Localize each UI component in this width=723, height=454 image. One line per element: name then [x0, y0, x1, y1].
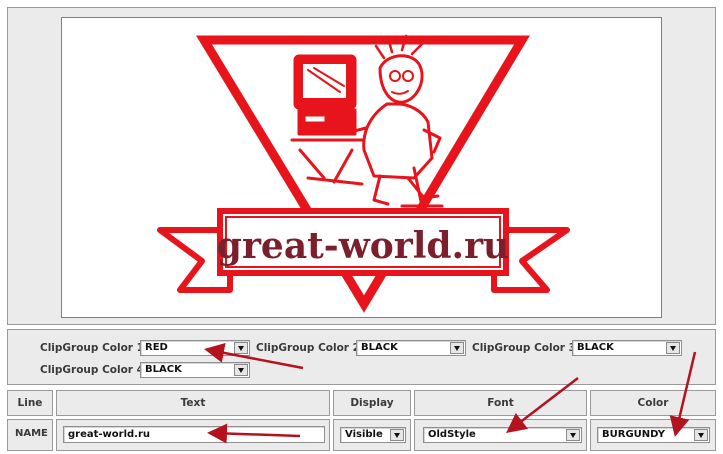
- chevron-down-icon: [666, 342, 680, 354]
- chevron-down-icon: [234, 364, 248, 376]
- banner-text: great-world.ru: [217, 225, 509, 267]
- computer-user-illustration: [290, 34, 444, 208]
- display-cell: Visible: [333, 419, 411, 451]
- chevron-down-icon: [694, 429, 708, 441]
- chevron-down-icon: [450, 342, 464, 354]
- table-row: NAME: [7, 419, 53, 451]
- row-line-name: NAME: [15, 428, 48, 439]
- clipgroup-2-value: BLACK: [361, 342, 398, 353]
- column-header-text: Text: [56, 390, 330, 416]
- clipgroup-colors-panel: ClipGroup Color 1 RED ClipGroup Color 2 …: [7, 329, 716, 385]
- line-text-value: great-world.ru: [68, 429, 151, 440]
- clipgroup-4-value: BLACK: [145, 364, 182, 375]
- column-header-display: Display: [333, 390, 411, 416]
- chevron-down-icon: [234, 342, 248, 354]
- color-select[interactable]: BURGUNDY: [597, 427, 710, 443]
- clipgroup-1-select[interactable]: RED: [140, 340, 250, 356]
- preview-panel: great-world.ru: [7, 7, 716, 325]
- clipgroup-3-label: ClipGroup Color 3: [472, 342, 576, 354]
- chevron-down-icon: [566, 429, 580, 441]
- clipgroup-1-label: ClipGroup Color 1: [40, 342, 144, 354]
- font-value: OldStyle: [428, 429, 476, 440]
- clipgroup-2-select[interactable]: BLACK: [356, 340, 466, 356]
- logo-preview-canvas: great-world.ru: [61, 17, 662, 318]
- column-header-font: Font: [414, 390, 587, 416]
- font-cell: OldStyle: [414, 419, 587, 451]
- column-header-color: Color: [590, 390, 716, 416]
- clipgroup-2-label: ClipGroup Color 2: [256, 342, 360, 354]
- column-header-line: Line: [7, 390, 53, 416]
- logo-emblem: great-world.ru: [157, 34, 570, 313]
- clipgroup-1-value: RED: [145, 342, 168, 353]
- clipgroup-3-select[interactable]: BLACK: [572, 340, 682, 356]
- clipgroup-4-label: ClipGroup Color 4: [40, 364, 144, 376]
- display-select[interactable]: Visible: [340, 427, 406, 443]
- display-value: Visible: [345, 429, 383, 440]
- color-cell: BURGUNDY: [590, 419, 716, 451]
- color-value: BURGUNDY: [602, 429, 665, 440]
- clipgroup-4-select[interactable]: BLACK: [140, 362, 250, 378]
- text-cell: great-world.ru: [56, 419, 330, 451]
- chevron-down-icon: [390, 429, 404, 441]
- font-select[interactable]: OldStyle: [423, 427, 582, 443]
- clipgroup-3-value: BLACK: [577, 342, 614, 353]
- line-text-input[interactable]: great-world.ru: [63, 426, 325, 443]
